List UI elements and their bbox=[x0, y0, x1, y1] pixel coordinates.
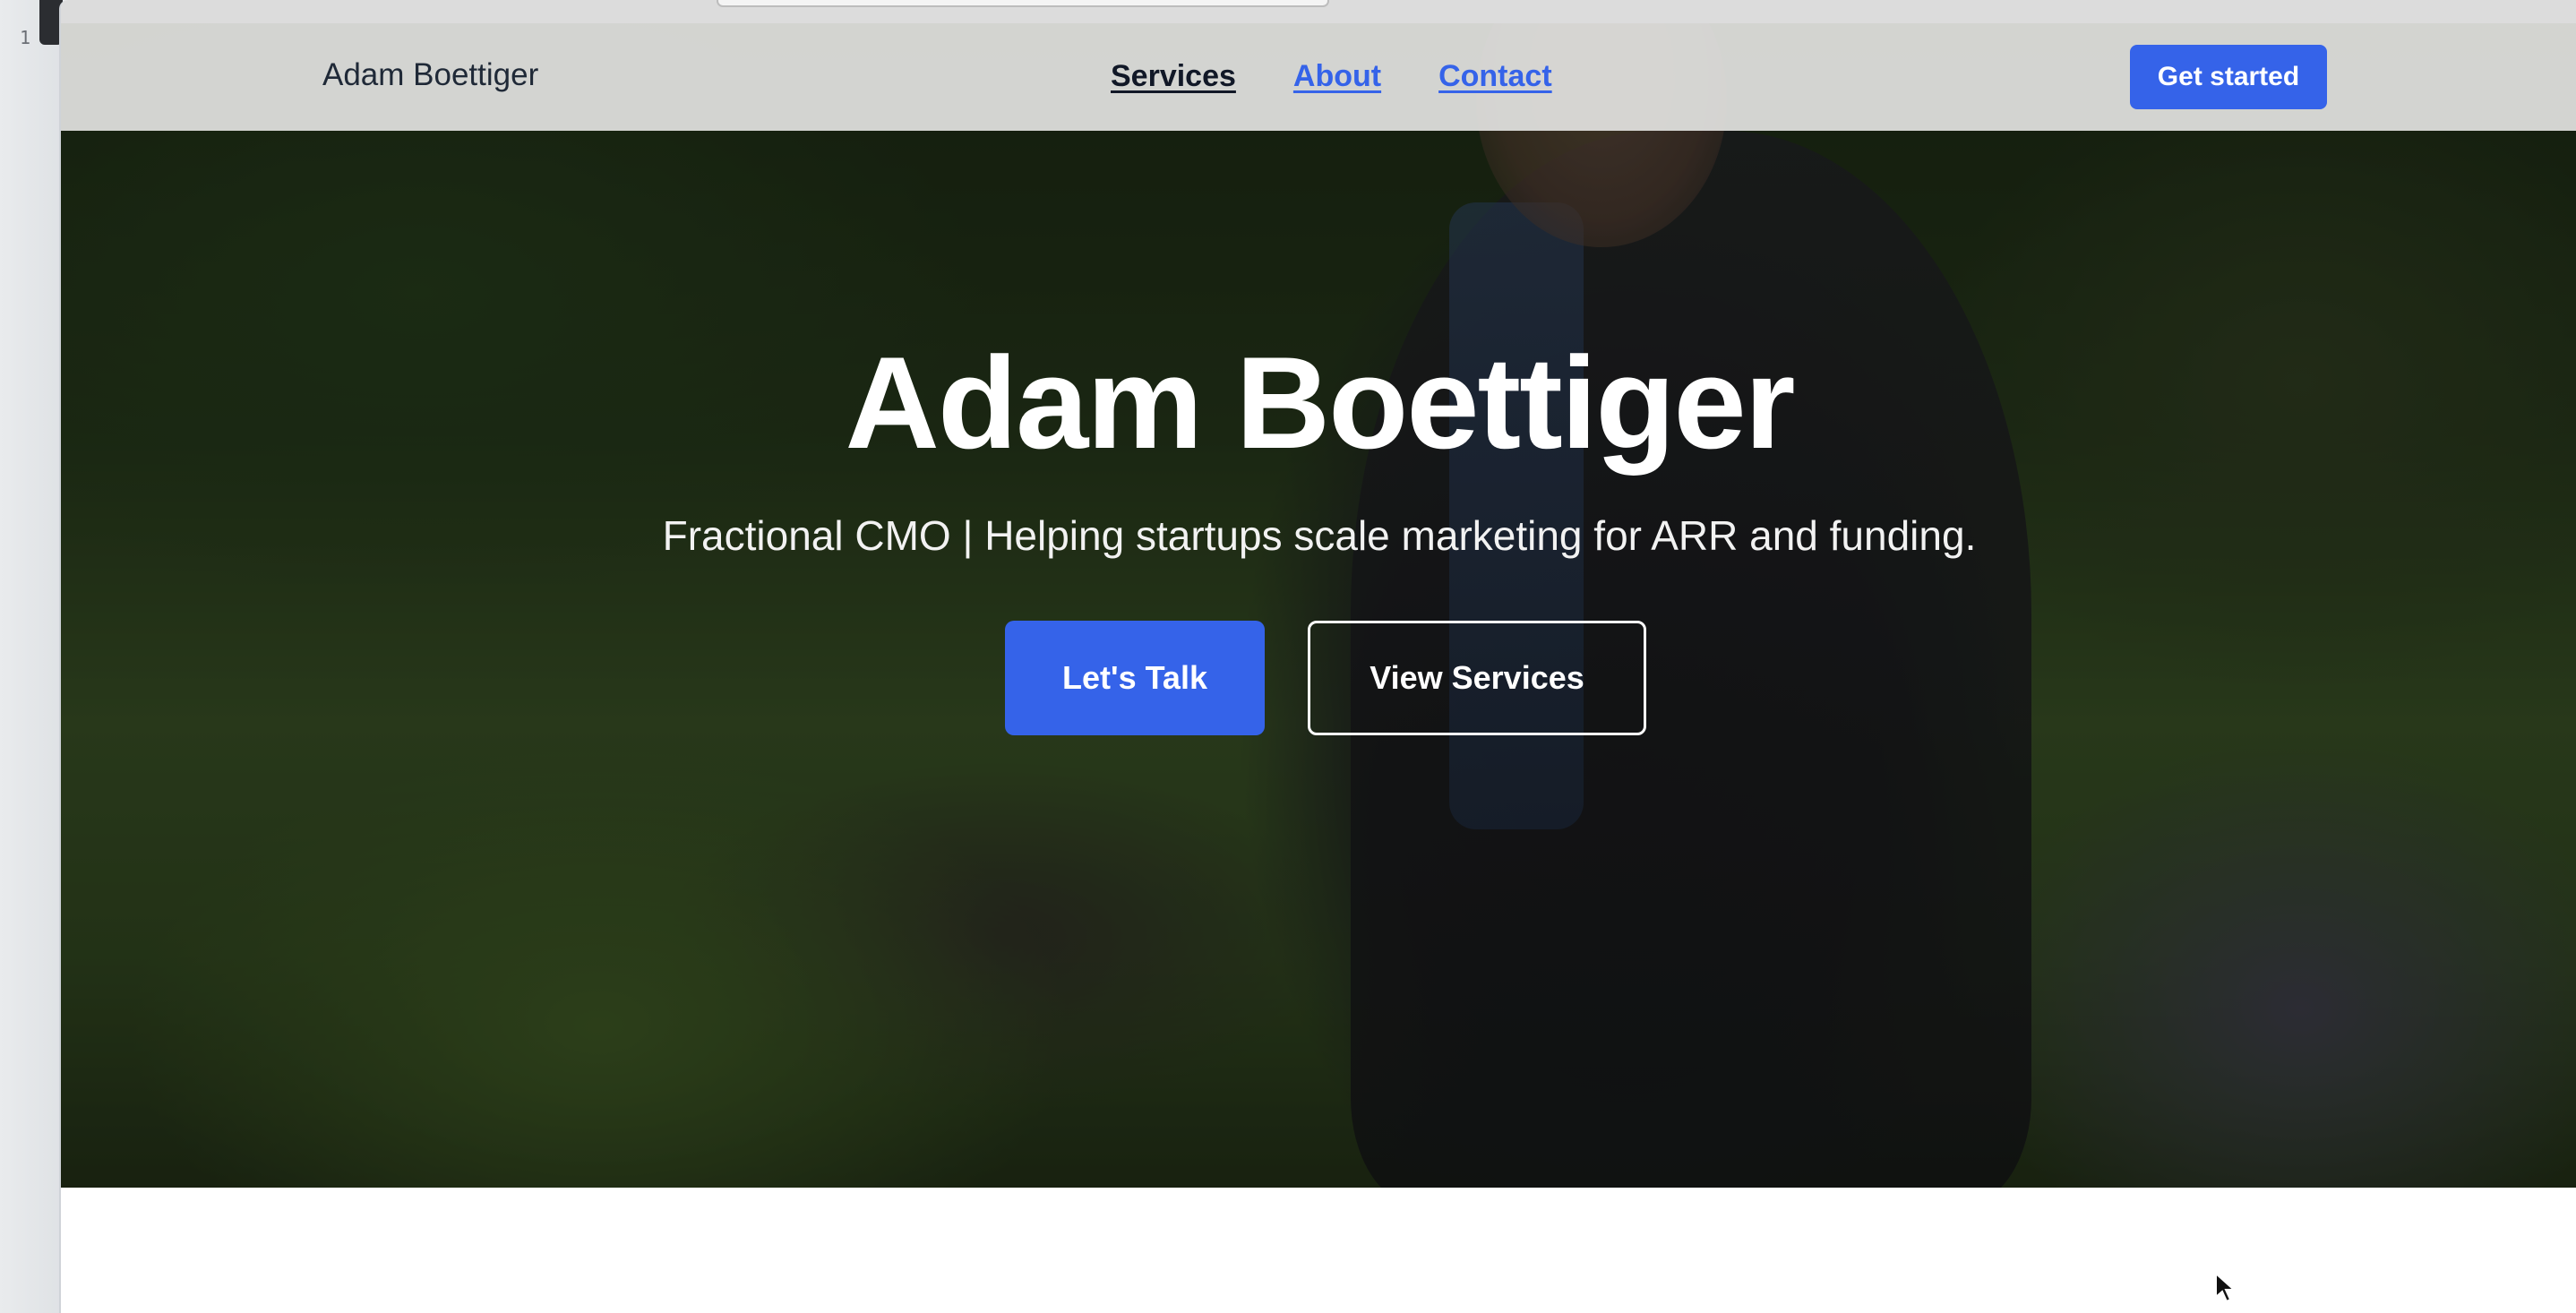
browser-top-strip bbox=[61, 0, 2576, 23]
hero-section: Adam Boettiger Fractional CMO | Helping … bbox=[61, 23, 2576, 1188]
nav-links: Services About Contact bbox=[1111, 59, 1552, 94]
hero-content: Adam Boettiger Fractional CMO | Helping … bbox=[61, 23, 2576, 1188]
nav-link-services[interactable]: Services bbox=[1111, 59, 1236, 94]
hero-subtitle: Fractional CMO | Helping startups scale … bbox=[662, 512, 1977, 559]
preview-frame: Adam Boettiger Fractional CMO | Helping … bbox=[59, 0, 2576, 1313]
address-bar[interactable] bbox=[717, 0, 1329, 7]
line-number: 1 bbox=[20, 27, 31, 48]
nav-link-contact[interactable]: Contact bbox=[1438, 59, 1552, 94]
below-hero-section bbox=[61, 1188, 2576, 1313]
mouse-pointer-icon bbox=[2215, 1272, 2237, 1303]
editor-gutter: 1 bbox=[0, 0, 63, 1313]
get-started-button[interactable]: Get started bbox=[2130, 45, 2327, 109]
view-services-button[interactable]: View Services bbox=[1308, 621, 1646, 735]
lets-talk-button[interactable]: Let's Talk bbox=[1005, 621, 1265, 735]
hero-title: Adam Boettiger bbox=[845, 330, 1795, 476]
nav-link-about[interactable]: About bbox=[1293, 59, 1381, 94]
brand-name[interactable]: Adam Boettiger bbox=[322, 57, 538, 93]
site-navbar: Adam Boettiger Services About Contact Ge… bbox=[61, 23, 2576, 131]
